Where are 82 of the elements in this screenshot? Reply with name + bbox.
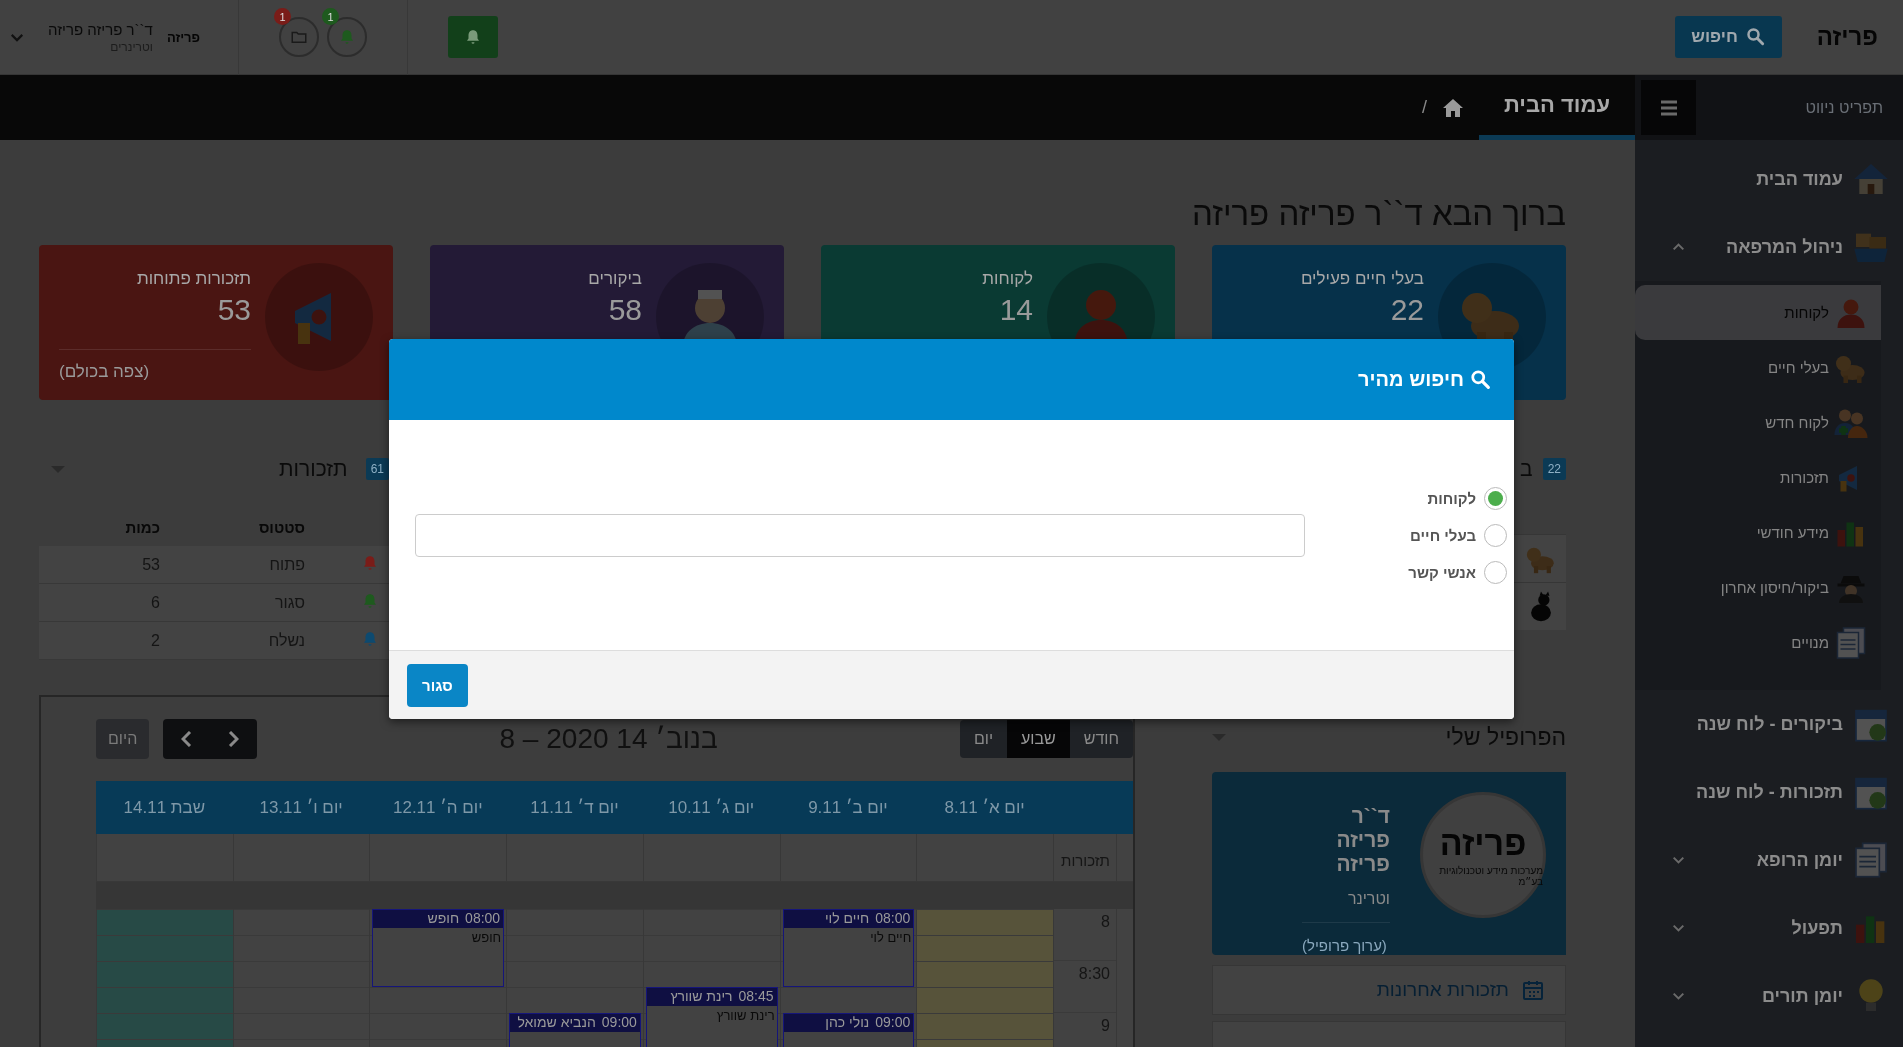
search-icon — [1470, 368, 1492, 391]
stat-label: לקוחות — [981, 269, 1033, 289]
sidebar-item[interactable]: ביקורים - לוח שנה — [1635, 690, 1903, 758]
count-badge: 22 — [1542, 458, 1566, 480]
event-title: חיים לוי — [824, 910, 870, 928]
event-title: נולי כהן — [825, 1014, 870, 1032]
event-description: חופש — [470, 929, 503, 945]
count-badge: 61 — [365, 458, 389, 480]
count-badge: 1 — [274, 8, 292, 25]
day-header: יום ו׳ 13.11 — [258, 796, 344, 819]
view-tab[interactable]: חודש — [1069, 720, 1133, 758]
profile-name: פריזה פריזה — [1335, 828, 1390, 876]
chevron-down-icon — [1672, 856, 1685, 864]
event-description: חיים לוי — [869, 929, 913, 945]
view-tab[interactable]: שבוע — [1007, 720, 1070, 758]
submenu-item[interactable]: ביקור/חיסון אחרון — [1635, 560, 1881, 615]
sidebar-item[interactable]: יומן תורים — [1635, 962, 1903, 1030]
day-header: יום ב׳ 9.11 — [807, 796, 889, 819]
profile-title: ד``ר — [1351, 804, 1390, 828]
stat-value: 22 — [1389, 293, 1424, 327]
submenu-item[interactable]: מנויים — [1635, 615, 1881, 670]
event-time: 08:00 — [465, 910, 501, 928]
chevron-down-icon — [1672, 992, 1685, 1000]
chevron-right-icon — [228, 731, 240, 747]
stat-label: בעלי חיים פעילים — [1299, 269, 1424, 289]
day-header: יום ה׳ 12.11 — [391, 796, 484, 819]
profile-role: וטרינר — [1302, 890, 1390, 923]
dialog-title: חיפוש מהיר — [1358, 368, 1464, 391]
stat-value: 58 — [607, 293, 642, 327]
search-icon — [1745, 27, 1766, 47]
stat-label: תזכורות פתוחות — [135, 269, 251, 289]
breadcrumb-separator: / — [1421, 97, 1427, 118]
event-title: רינת שוורץ — [670, 988, 733, 1006]
submenu-item[interactable]: מידע חודשי — [1635, 505, 1881, 560]
event-time: 08:00 — [875, 910, 911, 928]
radio-option[interactable]: אנשי קשר — [1347, 560, 1507, 584]
logo: פריזה — [166, 29, 201, 45]
submenu-item[interactable]: לקוח חדש — [1635, 395, 1881, 450]
stat-value: 14 — [998, 293, 1033, 327]
event-time: 09:00 — [875, 1014, 911, 1032]
stat-value: 53 — [216, 293, 251, 327]
notification-button[interactable] — [448, 16, 499, 58]
radio-button[interactable] — [1484, 560, 1507, 584]
radio-button[interactable] — [1484, 486, 1507, 510]
day-header: יום ד׳ 11.11 — [529, 796, 620, 819]
stat-label: ביקורים — [587, 269, 642, 289]
sidebar-item[interactable]: ניהול המרפאה — [1635, 213, 1903, 281]
sidebar-item[interactable]: יומן הרופא — [1635, 826, 1903, 894]
event-title: הנביא שמואל — [517, 1014, 596, 1032]
radio-option[interactable]: בעלי חיים — [1347, 523, 1507, 547]
submenu-item[interactable]: תזכורות — [1635, 450, 1881, 505]
search-field[interactable] — [415, 513, 1305, 557]
event-time: 08:45 — [738, 988, 774, 1006]
chevron-down-icon — [10, 32, 24, 42]
chevron-up-icon — [1672, 243, 1685, 251]
event-title: חופש — [427, 910, 460, 928]
search-button[interactable]: חיפוש — [1675, 16, 1782, 58]
day-header: שבת 14.11 — [122, 796, 207, 819]
day-header: יום ג׳ 10.11 — [667, 796, 756, 819]
radio-option[interactable]: לקוחות — [1347, 486, 1507, 510]
day-header: יום א׳ 8.11 — [943, 796, 1026, 819]
view-all-link[interactable]: (צפה בכולם) — [59, 349, 251, 382]
sidebar-title: תפריט ניווט — [1805, 98, 1883, 117]
sidebar-item[interactable]: תזכורות - לוח שנה — [1635, 758, 1903, 826]
edit-profile-link[interactable]: (ערוך פרופיל) — [1302, 937, 1387, 954]
submenu-item[interactable]: בעלי חיים — [1635, 340, 1881, 395]
close-button[interactable]: סגור — [407, 663, 468, 707]
logo: פריזה — [1816, 23, 1878, 51]
chevron-down-icon — [1672, 924, 1685, 932]
event-time: 09:00 — [601, 1014, 637, 1032]
radio-button[interactable] — [1484, 523, 1507, 547]
calendar-icon — [1521, 978, 1545, 1002]
event-description: רינת שוורץ — [715, 1007, 776, 1023]
chevron-left-icon — [181, 731, 193, 747]
menu-button[interactable] — [1641, 80, 1696, 135]
sidebar-item[interactable]: עמוד הבית — [1635, 145, 1903, 213]
menu-icon — [1659, 99, 1678, 116]
sidebar-item[interactable]: תפעול — [1635, 894, 1903, 962]
count-badge: 1 — [322, 8, 340, 25]
view-tab[interactable]: יום — [959, 720, 1008, 758]
user-menu-button[interactable] — [10, 32, 24, 42]
logo-text: פריזה — [1439, 823, 1527, 863]
